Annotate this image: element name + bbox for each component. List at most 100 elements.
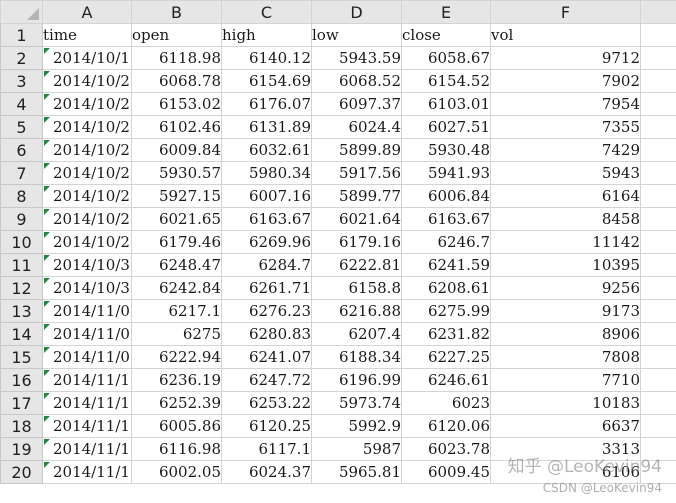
date-cell[interactable]: 2014/10/2 [42, 207, 132, 231]
date-cell[interactable]: 2014/10/2 [42, 230, 132, 254]
date-cell[interactable]: 2014/10/2 [42, 138, 132, 162]
row-header[interactable]: 13 [0, 299, 43, 323]
date-cell[interactable]: 2014/11/1 [42, 368, 132, 392]
empty-cell[interactable] [640, 23, 676, 47]
number-cell[interactable]: 6207.4 [311, 322, 402, 346]
row-header[interactable]: 5 [0, 115, 43, 139]
column-header-c[interactable]: C [221, 0, 312, 24]
date-cell[interactable]: 2014/10/3 [42, 276, 132, 300]
date-cell[interactable]: 2014/11/1 [42, 437, 132, 461]
number-cell[interactable]: 5965.81 [311, 460, 402, 484]
number-cell[interactable]: 6024.37 [221, 460, 312, 484]
number-cell[interactable]: 6208.61 [401, 276, 491, 300]
number-cell[interactable]: 6140.12 [221, 46, 312, 70]
number-cell[interactable]: 6179.16 [311, 230, 402, 254]
number-cell[interactable]: 5899.77 [311, 184, 402, 208]
row-header[interactable]: 14 [0, 322, 43, 346]
row-header[interactable]: 11 [0, 253, 43, 277]
number-cell[interactable]: 6164 [490, 184, 641, 208]
number-cell[interactable]: 6252.39 [131, 391, 222, 415]
number-cell[interactable]: 6116.98 [131, 437, 222, 461]
column-header-d[interactable]: D [311, 0, 402, 24]
empty-cell[interactable] [640, 391, 676, 415]
number-cell[interactable]: 6117.1 [221, 437, 312, 461]
row-header[interactable]: 6 [0, 138, 43, 162]
empty-cell[interactable] [640, 138, 676, 162]
row-header[interactable]: 8 [0, 184, 43, 208]
number-cell[interactable]: 6102.46 [131, 115, 222, 139]
row-header[interactable]: 1 [0, 23, 43, 47]
number-cell[interactable]: 5943 [490, 161, 641, 185]
date-cell[interactable]: 2014/11/1 [42, 391, 132, 415]
number-cell[interactable]: 5899.89 [311, 138, 402, 162]
number-cell[interactable]: 6005.86 [131, 414, 222, 438]
number-cell[interactable]: 10395 [490, 253, 641, 277]
number-cell[interactable]: 6246.61 [401, 368, 491, 392]
number-cell[interactable]: 6097.37 [311, 92, 402, 116]
number-cell[interactable]: 6103.01 [401, 92, 491, 116]
empty-cell[interactable] [640, 46, 676, 70]
number-cell[interactable]: 6280.83 [221, 322, 312, 346]
column-header-b[interactable]: B [131, 0, 222, 24]
number-cell[interactable]: 6006.84 [401, 184, 491, 208]
column-header-f[interactable]: F [490, 0, 641, 24]
empty-cell[interactable] [640, 299, 676, 323]
header-cell-vol[interactable]: vol [490, 23, 641, 47]
row-header[interactable]: 19 [0, 437, 43, 461]
date-cell[interactable]: 2014/10/2 [42, 184, 132, 208]
header-cell-high[interactable]: high [221, 23, 312, 47]
number-cell[interactable]: 6275.99 [401, 299, 491, 323]
number-cell[interactable]: 6217.1 [131, 299, 222, 323]
number-cell[interactable]: 5917.56 [311, 161, 402, 185]
empty-cell[interactable] [640, 92, 676, 116]
number-cell[interactable]: 6120.25 [221, 414, 312, 438]
number-cell[interactable]: 6027.51 [401, 115, 491, 139]
number-cell[interactable]: 6276.23 [221, 299, 312, 323]
row-header[interactable]: 18 [0, 414, 43, 438]
empty-cell[interactable] [640, 230, 676, 254]
number-cell[interactable]: 11142 [490, 230, 641, 254]
number-cell[interactable]: 6222.81 [311, 253, 402, 277]
number-cell[interactable]: 6179.46 [131, 230, 222, 254]
number-cell[interactable]: 6068.78 [131, 69, 222, 93]
date-cell[interactable]: 2014/11/0 [42, 322, 132, 346]
column-header-g[interactable] [640, 0, 676, 24]
number-cell[interactable]: 6024.4 [311, 115, 402, 139]
empty-cell[interactable] [640, 322, 676, 346]
number-cell[interactable]: 6058.67 [401, 46, 491, 70]
number-cell[interactable]: 6106 [490, 460, 641, 484]
empty-cell[interactable] [640, 437, 676, 461]
empty-cell[interactable] [640, 276, 676, 300]
header-cell-close[interactable]: close [401, 23, 491, 47]
column-header-e[interactable]: E [401, 0, 491, 24]
number-cell[interactable]: 5992.9 [311, 414, 402, 438]
empty-cell[interactable] [640, 184, 676, 208]
number-cell[interactable]: 6154.52 [401, 69, 491, 93]
row-header[interactable]: 9 [0, 207, 43, 231]
number-cell[interactable]: 6176.07 [221, 92, 312, 116]
row-header[interactable]: 17 [0, 391, 43, 415]
number-cell[interactable]: 6158.8 [311, 276, 402, 300]
number-cell[interactable]: 6023.78 [401, 437, 491, 461]
empty-cell[interactable] [640, 207, 676, 231]
number-cell[interactable]: 6068.52 [311, 69, 402, 93]
header-cell-time[interactable]: time [42, 23, 132, 47]
date-cell[interactable]: 2014/10/3 [42, 253, 132, 277]
date-cell[interactable]: 2014/11/0 [42, 299, 132, 323]
number-cell[interactable]: 6009.45 [401, 460, 491, 484]
number-cell[interactable]: 8906 [490, 322, 641, 346]
number-cell[interactable]: 6222.94 [131, 345, 222, 369]
row-header[interactable]: 2 [0, 46, 43, 70]
number-cell[interactable]: 6023 [401, 391, 491, 415]
number-cell[interactable]: 6009.84 [131, 138, 222, 162]
number-cell[interactable]: 6269.96 [221, 230, 312, 254]
number-cell[interactable]: 9712 [490, 46, 641, 70]
empty-cell[interactable] [640, 345, 676, 369]
number-cell[interactable]: 6261.71 [221, 276, 312, 300]
column-header-a[interactable]: A [42, 0, 132, 24]
number-cell[interactable]: 7355 [490, 115, 641, 139]
select-all-corner[interactable] [0, 0, 43, 24]
row-header[interactable]: 16 [0, 368, 43, 392]
number-cell[interactable]: 6163.67 [401, 207, 491, 231]
row-header[interactable]: 7 [0, 161, 43, 185]
